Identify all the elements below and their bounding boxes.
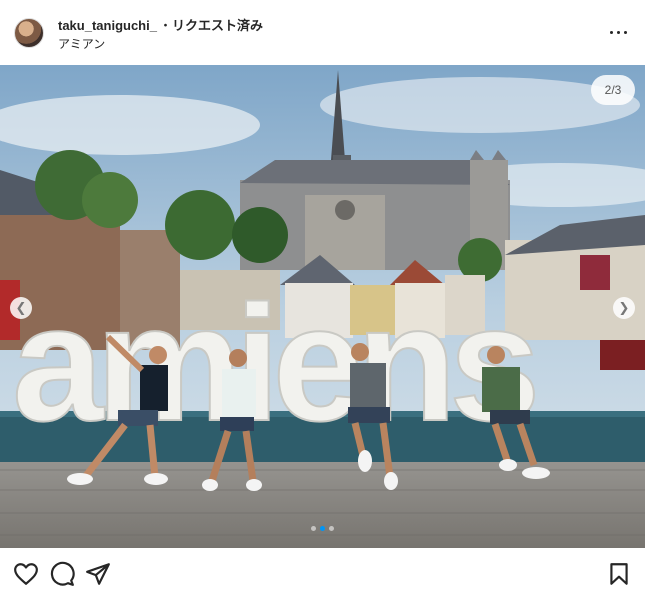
action-bar — [0, 555, 645, 592]
avatar[interactable] — [14, 18, 44, 48]
post-header: taku_taniguchi_ ・リクエスト済み アミアン — [0, 0, 645, 64]
bookmark-icon[interactable] — [606, 561, 632, 587]
next-slide-icon[interactable]: ❯ — [613, 297, 635, 319]
heart-icon[interactable] — [13, 561, 39, 587]
follow-request-status[interactable]: リクエスト済み — [172, 18, 263, 33]
send-icon[interactable] — [85, 561, 111, 587]
slide-dot — [311, 526, 316, 531]
username-link[interactable]: taku_taniguchi_ — [58, 18, 157, 33]
slide-dot — [329, 526, 334, 531]
location-link[interactable]: アミアン — [58, 35, 105, 52]
amiens-sign: amiens — [12, 271, 534, 455]
post-media[interactable]: amiens 2/3 ❮ ❯ — [0, 65, 645, 548]
user-line: taku_taniguchi_ ・リクエスト済み — [58, 15, 263, 34]
more-options-icon[interactable] — [607, 22, 631, 42]
photo: amiens — [0, 65, 645, 548]
slide-counter: 2/3 — [591, 75, 635, 105]
previous-slide-icon[interactable]: ❮ — [10, 297, 32, 319]
slide-indicator — [0, 518, 645, 536]
slide-dot-active — [320, 526, 325, 531]
comment-icon[interactable] — [49, 561, 75, 587]
separator: ・ — [158, 18, 172, 33]
